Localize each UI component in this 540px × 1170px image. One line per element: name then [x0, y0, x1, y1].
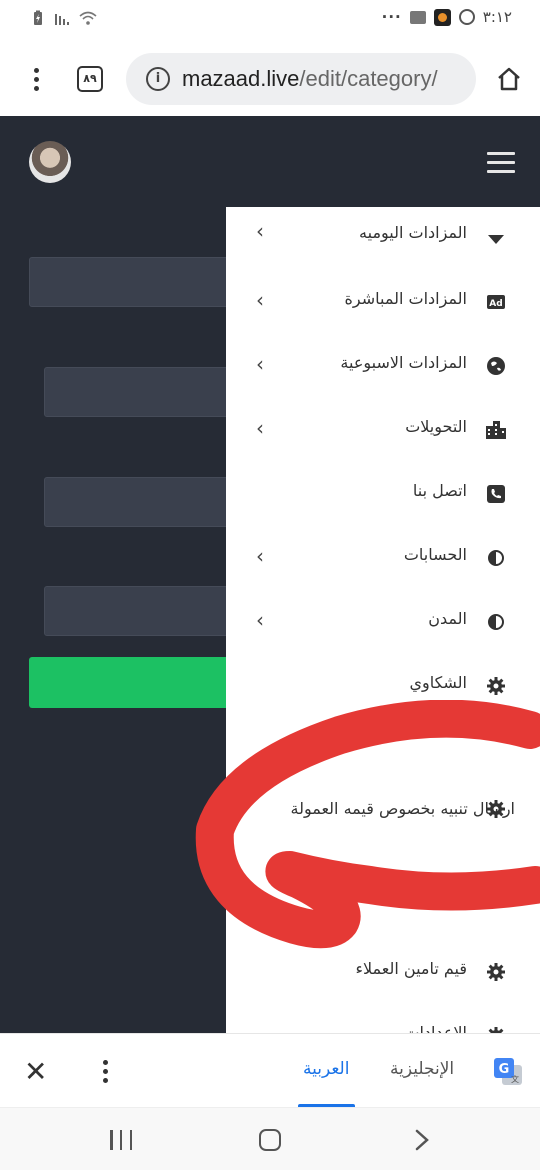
- wifi-icon: [79, 11, 97, 25]
- menu-item-customer-insurance[interactable]: قيم تامين العملاء: [226, 952, 540, 992]
- hamburger-menu-icon[interactable]: [487, 152, 515, 174]
- menu-item-complaints[interactable]: الشكاوي: [226, 666, 540, 706]
- menu-item-label: المزادات الاسبوعية: [340, 353, 467, 372]
- camera-icon: [409, 10, 426, 24]
- tab-target-language[interactable]: العربية: [303, 1059, 349, 1079]
- form-field[interactable]: [29, 257, 259, 307]
- tab-source-language[interactable]: الإنجليزية: [390, 1059, 454, 1079]
- contrast-icon: [488, 614, 504, 630]
- menu-item-weekly-auctions[interactable]: المزادات الاسبوعية ‹: [226, 346, 540, 386]
- browser-menu-icon[interactable]: [24, 66, 48, 92]
- chevron-left-icon: ‹: [256, 544, 264, 568]
- menu-item-transfers[interactable]: التحويلات ‹: [226, 410, 540, 450]
- status-bar: ··· ٣:١٢: [0, 0, 540, 40]
- gear-icon: [487, 677, 505, 695]
- chevron-left-icon: ‹: [256, 352, 264, 376]
- menu-item-contact-us[interactable]: اتصل بنا: [226, 474, 540, 514]
- app-notification-icon: [433, 8, 451, 26]
- menu-item-cities[interactable]: المدن ‹: [226, 602, 540, 642]
- menu-item-daily-auctions[interactable]: المزادات اليوميه ‹: [226, 219, 540, 259]
- svg-text:Ad: Ad: [489, 299, 502, 309]
- menu-item-label: اتصل بنا: [412, 481, 467, 500]
- more-notifications-indicator: ···: [381, 8, 402, 26]
- more-vert-icon[interactable]: [100, 1058, 110, 1086]
- status-bar-notifications: ··· ٣:١٢: [382, 8, 512, 26]
- status-time: ٣:١٢: [482, 8, 512, 26]
- menu-item-label: المدن: [428, 609, 467, 628]
- recent-apps-icon[interactable]: [110, 1130, 132, 1150]
- url-text[interactable]: mazaad.live/edit/category/: [182, 66, 468, 94]
- phone-icon: [487, 485, 505, 503]
- system-nav-bar: [0, 1107, 540, 1170]
- home-button-icon[interactable]: [259, 1129, 281, 1151]
- tab-switcher-button[interactable]: ٨٩: [77, 66, 103, 92]
- menu-item-label: ارسال تنبيه بخصوص قيمه العمولة: [290, 799, 515, 818]
- svg-text:文: 文: [511, 1074, 519, 1084]
- gear-icon: [487, 963, 505, 981]
- caret-down-icon: [488, 235, 504, 244]
- menu-item-settings[interactable]: الاعدادات: [226, 1016, 540, 1033]
- menu-item-live-auctions[interactable]: Ad المزادات المباشرة ‹: [226, 282, 540, 322]
- url-path: /edit/category/: [299, 66, 438, 91]
- site-info-icon[interactable]: i: [146, 67, 170, 91]
- menu-item-label: المزادات المباشرة: [344, 289, 467, 308]
- address-bar[interactable]: i mazaad.live/edit/category/: [126, 53, 476, 105]
- menu-item-label: الحسابات: [403, 545, 467, 564]
- submit-button[interactable]: [29, 657, 259, 708]
- whatsapp-icon: [458, 9, 475, 25]
- chevron-left-icon: ‹: [256, 416, 264, 440]
- home-icon[interactable]: [496, 66, 522, 92]
- menu-item-label: الشكاوي: [409, 673, 467, 692]
- chevron-left-icon: ‹: [256, 608, 264, 632]
- chevron-left-icon: ‹: [256, 288, 264, 312]
- menu-item-commission-alert[interactable]: ارسال تنبيه بخصوص قيمه العمولة: [226, 795, 540, 865]
- globe-icon: [487, 357, 505, 375]
- building-icon: [486, 421, 506, 439]
- menu-item-accounts[interactable]: الحسابات ‹: [226, 538, 540, 578]
- google-translate-icon: G 文: [494, 1058, 522, 1085]
- close-icon[interactable]: ✕: [24, 1058, 47, 1086]
- back-icon[interactable]: [412, 1128, 432, 1152]
- chevron-left-icon: ‹: [256, 219, 264, 243]
- gear-icon: [488, 1027, 504, 1033]
- menu-item-label: الاعدادات: [404, 1023, 467, 1033]
- side-menu: المزادات اليوميه ‹ Ad المزادات المباشرة …: [226, 207, 540, 1033]
- avatar[interactable]: [29, 141, 71, 183]
- ad-icon: Ad: [487, 295, 505, 309]
- menu-item-label: المزادات اليوميه: [359, 223, 467, 242]
- menu-item-label: التحويلات: [405, 417, 467, 436]
- svg-text:G: G: [499, 1062, 510, 1077]
- status-bar-indicators: [30, 10, 98, 26]
- signal-icon: [55, 14, 69, 25]
- browser-toolbar: ٨٩ i mazaad.live/edit/category/: [0, 40, 540, 116]
- battery-charging-icon: [34, 10, 42, 25]
- menu-item-label: قيم تامين العملاء: [355, 959, 467, 978]
- translate-bar: ✕ العربية الإنجليزية G 文: [0, 1033, 540, 1108]
- url-domain: mazaad.live: [182, 66, 300, 91]
- screen: ··· ٣:١٢ ٨٩ i mazaad.live/edit/category/: [0, 0, 540, 1170]
- contrast-icon: [488, 550, 504, 566]
